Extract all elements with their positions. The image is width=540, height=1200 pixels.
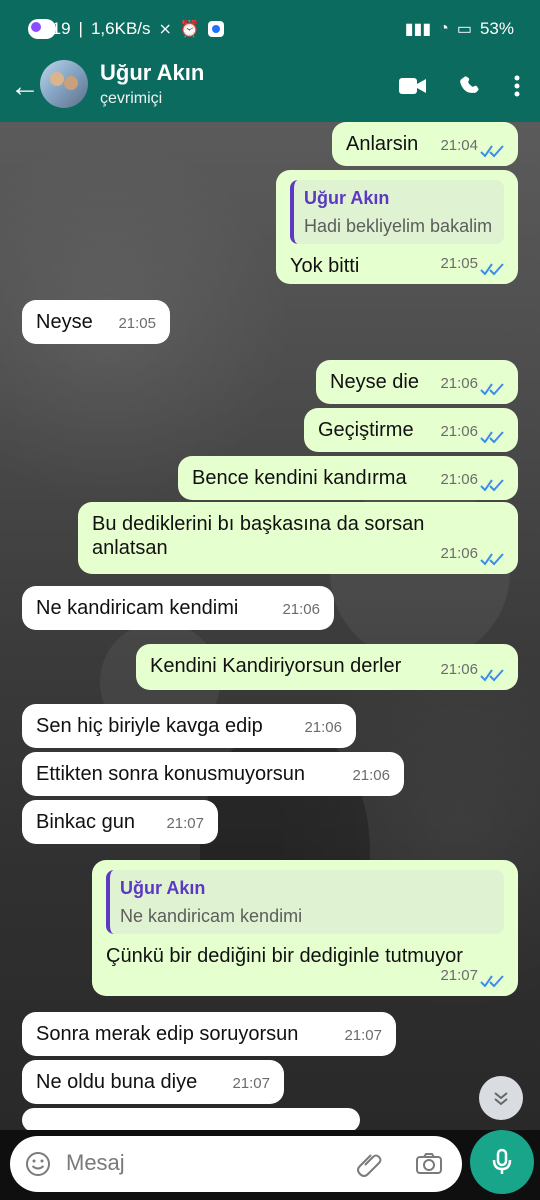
- alarm-icon: ⏰: [179, 21, 200, 38]
- message-text: Geçiştirme: [318, 419, 414, 441]
- message-bubble[interactable]: Neyse die 21:06: [316, 360, 518, 404]
- message-bubble[interactable]: Sen hiç biriyle kavga edip 21:06: [22, 704, 356, 748]
- battery-level: 53%: [479, 19, 514, 38]
- message-time: 21:07: [232, 1075, 270, 1092]
- message-bubble[interactable]: Ne oldu buna diye 21:07: [22, 1060, 284, 1104]
- status-separator: |: [78, 19, 83, 38]
- message-time: 21:06: [282, 601, 320, 618]
- double-check-icon: [480, 431, 504, 444]
- arrow-left-icon[interactable]: ←: [10, 72, 40, 102]
- double-check-icon: [480, 669, 504, 682]
- message-text: Anlarsin: [346, 133, 419, 155]
- battery-percentage: 53: [479, 19, 499, 38]
- message-time: 21:07: [440, 967, 478, 984]
- message-time: 21:04: [440, 137, 478, 154]
- message-bubble[interactable]: Geçiştirme 21:06: [304, 408, 518, 452]
- emoji-icon[interactable]: [24, 1150, 52, 1183]
- double-check-icon: [480, 145, 504, 158]
- phone-icon[interactable]: [458, 74, 482, 98]
- quoted-message[interactable]: Uğur Akın Hadi bekliyelim bakalim: [290, 180, 504, 244]
- message-time: 21:06: [440, 545, 478, 562]
- message-text: Sen hiç biriyle kavga edip: [36, 715, 263, 737]
- message-text: Ettikten sonra konusmuyorsun: [36, 763, 306, 785]
- message-time: 21:07: [344, 1027, 382, 1044]
- message-bubble[interactable]: Bence kendini kandırma 21:06: [178, 456, 518, 500]
- message-bubble[interactable]: Kendini Kandiriyorsun derler 21:06: [136, 644, 518, 690]
- message-time: 21:06: [440, 423, 478, 440]
- header-actions: [398, 74, 522, 98]
- message-time: 21:06: [352, 767, 390, 784]
- avatar[interactable]: [40, 60, 88, 108]
- contact-status: çevrimiçi: [100, 90, 163, 107]
- quoted-text: Hadi bekliyelim bakalim: [304, 216, 493, 236]
- message-bubble[interactable]: Uğur Akın Hadi bekliyelim bakalim Yok bi…: [276, 170, 518, 284]
- partial-message-bubble: [22, 1108, 360, 1130]
- quoted-sender: Uğur Akın: [120, 878, 206, 898]
- message-bubble[interactable]: Binkac gun 21:07: [22, 800, 218, 844]
- quoted-sender: Uğur Akın: [304, 188, 390, 208]
- video-call-icon[interactable]: [398, 75, 428, 97]
- chat-area: Anlarsin 21:04 Uğur Akın Hadi bekliyelim…: [0, 122, 540, 1130]
- wifi-icon: ◔: [439, 20, 449, 37]
- message-time: 21:06: [440, 471, 478, 488]
- messenger-icon: [28, 19, 56, 39]
- signal-icon: ▮▮▮: [404, 21, 432, 38]
- double-check-icon: [480, 263, 504, 276]
- camera-icon[interactable]: [414, 1150, 444, 1183]
- message-text: Neyse: [36, 311, 93, 333]
- message-bubble[interactable]: Bu dediklerini bı başkasına da sorsan an…: [78, 502, 518, 574]
- network-speed: 1,6KB/s: [90, 19, 151, 38]
- message-text: Ne kandiricam kendimi: [36, 597, 239, 619]
- message-bubble[interactable]: Ettikten sonra konusmuyorsun 21:06: [22, 752, 404, 796]
- message-input-container[interactable]: Mesaj: [10, 1136, 462, 1192]
- chevrons-down-icon[interactable]: [479, 1076, 523, 1120]
- double-check-icon: [480, 553, 504, 566]
- status-left: 21:19 | 1,6KB/s ⨯ ⏰: [28, 19, 224, 39]
- more-vertical-icon[interactable]: [512, 74, 522, 98]
- message-text: Bence kendini kandırma: [192, 467, 407, 489]
- double-check-icon: [480, 383, 504, 396]
- chat-header: ← Uğur Akın çevrimiçi: [0, 60, 540, 122]
- microphone-icon[interactable]: [470, 1130, 534, 1194]
- double-check-icon: [480, 479, 504, 492]
- paperclip-icon[interactable]: [356, 1150, 384, 1183]
- message-text: Neyse die: [330, 371, 419, 393]
- message-text: Yok bitti: [290, 255, 360, 277]
- message-time: 21:06: [440, 375, 478, 392]
- status-bar: 21:19 | 1,6KB/s ⨯ ⏰ ▮▮▮ ◔ ▭ 53%: [0, 0, 540, 60]
- quoted-message[interactable]: Uğur Akın Ne kandiricam kendimi: [106, 870, 504, 934]
- contact-name[interactable]: Uğur Akın: [100, 60, 204, 86]
- app-icon: [207, 21, 224, 37]
- quoted-text: Ne kandiricam kendimi: [120, 906, 303, 926]
- message-bubble[interactable]: Sonra merak edip soruyorsun 21:07: [22, 1012, 396, 1056]
- message-time: 21:06: [304, 719, 342, 736]
- message-time: 21:07: [166, 815, 204, 832]
- message-composer: Mesaj: [0, 1130, 540, 1200]
- message-text: Sonra merak edip soruyorsun: [36, 1023, 299, 1045]
- message-bubble[interactable]: Ne kandiricam kendimi 21:06: [22, 586, 334, 630]
- message-time: 21:05: [440, 255, 478, 272]
- battery-icon: ▭: [456, 21, 472, 38]
- message-text: Binkac gun: [36, 811, 135, 833]
- status-right: ▮▮▮ ◔ ▭ 53%: [405, 19, 514, 39]
- message-text: Kendini Kandiriyorsun derler: [150, 655, 402, 677]
- message-time: 21:06: [440, 661, 478, 678]
- muted-notification-icon: ⨯: [158, 21, 172, 38]
- message-bubble[interactable]: Uğur Akın Ne kandiricam kendimi Çünkü bi…: [92, 860, 518, 996]
- message-bubble[interactable]: Anlarsin 21:04: [332, 122, 518, 166]
- message-text: Ne oldu buna diye: [36, 1071, 198, 1093]
- message-time: 21:05: [118, 315, 156, 332]
- message-bubble[interactable]: Neyse 21:05: [22, 300, 170, 344]
- double-check-icon: [480, 975, 504, 988]
- message-input-placeholder[interactable]: Mesaj: [66, 1150, 125, 1176]
